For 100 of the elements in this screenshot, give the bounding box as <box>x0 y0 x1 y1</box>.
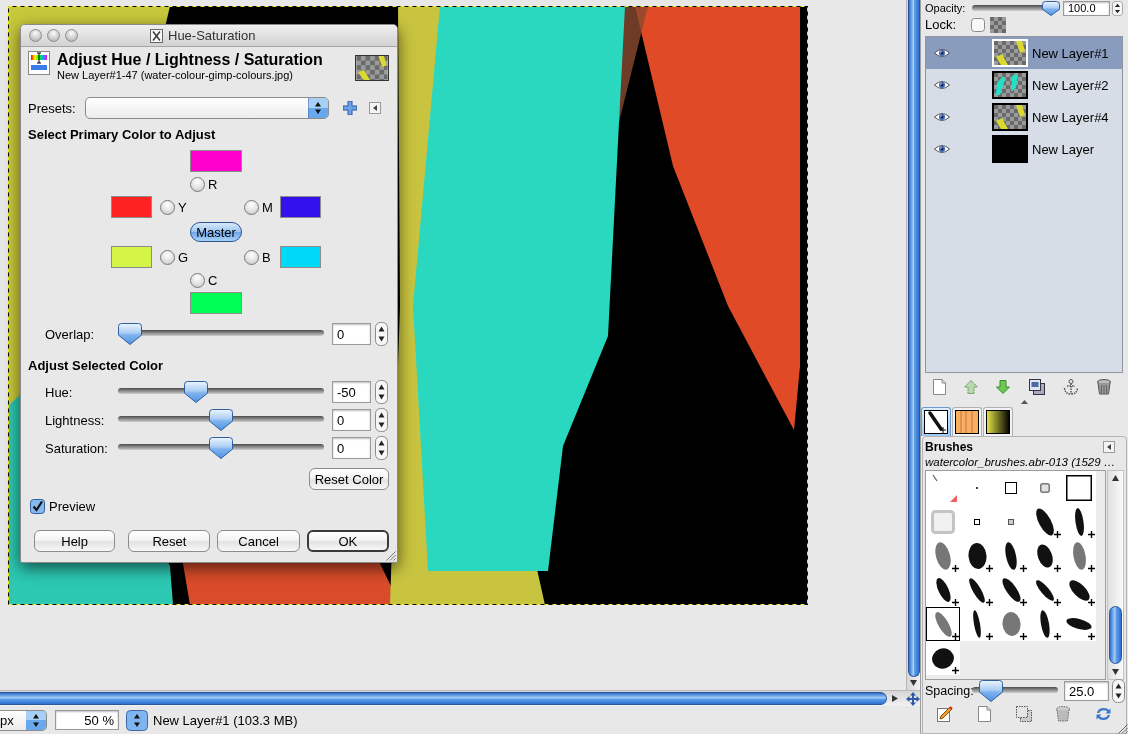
radio-button[interactable] <box>160 249 175 265</box>
trash-icon[interactable] <box>1096 379 1111 395</box>
cancel-button[interactable]: Cancel <box>217 530 300 552</box>
scroll-thumb[interactable] <box>1109 606 1123 664</box>
status-text: New Layer#1 (103.3 MB) <box>153 712 298 728</box>
layer-row[interactable]: New Layer#1 <box>926 37 1122 69</box>
brushes-tab[interactable] <box>921 407 951 436</box>
patterns-tab[interactable] <box>952 407 982 436</box>
slider-track[interactable] <box>118 409 324 431</box>
corner-triangle-icon <box>950 495 957 502</box>
window-title: Hue-Saturation <box>168 28 256 43</box>
radio-button[interactable] <box>190 272 205 288</box>
minimize-button[interactable] <box>47 29 60 42</box>
zoom-field[interactable]: 50 % <box>55 710 119 730</box>
number-field[interactable]: -50 <box>332 381 371 403</box>
zoom-button[interactable] <box>65 29 78 42</box>
layer-row[interactable]: New Layer#4 <box>926 101 1122 133</box>
slider-thumb[interactable] <box>183 381 208 403</box>
slider-label: Lightness: <box>45 412 106 428</box>
down-arrow-icon[interactable] <box>1112 669 1120 675</box>
slider-track[interactable] <box>118 437 324 459</box>
brush-stroke-icon <box>969 578 985 603</box>
resize-grip-icon[interactable] <box>1118 724 1128 734</box>
radio-label: B <box>262 249 271 265</box>
slider-thumb[interactable] <box>209 437 233 459</box>
brush-stroke-icon <box>1005 542 1017 570</box>
lock-checkbox[interactable] <box>971 17 985 32</box>
section-heading: Select Primary Color to Adjust <box>28 127 217 142</box>
brush-preview[interactable] <box>926 607 960 641</box>
layer-thumbnail <box>992 103 1028 131</box>
eye-icon[interactable] <box>934 112 950 122</box>
caret-icon[interactable] <box>1020 400 1028 404</box>
refresh-icon[interactable] <box>1095 706 1112 722</box>
duplicate-icon[interactable] <box>1015 706 1032 722</box>
spin-button[interactable] <box>375 436 388 460</box>
spin-button[interactable] <box>1112 0 1123 16</box>
plus-icon[interactable] <box>343 101 357 115</box>
pencil-icon[interactable] <box>937 706 953 722</box>
help-button[interactable]: Help <box>34 530 116 552</box>
slider-thumb[interactable] <box>209 409 233 431</box>
radio-button[interactable] <box>244 199 259 215</box>
slider-thumb[interactable] <box>118 323 142 345</box>
slider-track[interactable] <box>972 0 1060 16</box>
radio-button[interactable] <box>244 249 259 265</box>
slider-thumb[interactable] <box>979 680 1004 702</box>
brush-stroke-icon <box>936 578 951 602</box>
slider-track[interactable] <box>118 381 324 403</box>
trash-icon[interactable] <box>1056 706 1071 722</box>
resize-grip-icon[interactable] <box>385 550 396 561</box>
unit-dropdown[interactable]: px <box>0 709 47 731</box>
eye-icon[interactable] <box>934 144 950 154</box>
slider-track[interactable] <box>118 323 324 345</box>
menu-button[interactable] <box>1103 441 1115 453</box>
ok-button[interactable]: OK <box>306 530 389 552</box>
menu-button[interactable] <box>369 102 381 114</box>
reset-button[interactable]: Reset <box>128 530 211 552</box>
preview-checkbox[interactable] <box>30 498 45 514</box>
gradients-tab[interactable] <box>983 407 1013 436</box>
spin-button[interactable] <box>375 322 388 346</box>
layer-row[interactable]: New Layer#2 <box>926 69 1122 101</box>
scroll-thumb[interactable] <box>0 692 887 705</box>
number-field[interactable]: 0 <box>332 409 371 431</box>
number-field[interactable]: 0 <box>332 437 371 459</box>
triangle-icon <box>1107 444 1111 450</box>
spin-button[interactable] <box>375 380 388 404</box>
page-icon[interactable] <box>977 706 991 722</box>
square-icon <box>1066 475 1092 501</box>
eye-icon[interactable] <box>934 80 950 90</box>
reset-color-button[interactable]: Reset Color <box>309 468 389 490</box>
master-button[interactable]: Master <box>190 222 242 242</box>
layer-name: New Layer <box>1032 141 1095 157</box>
up-arrow-icon[interactable] <box>1112 475 1120 481</box>
duplicate-icon[interactable] <box>1028 379 1045 395</box>
page-icon[interactable] <box>933 379 946 395</box>
number-field[interactable]: 0 <box>332 323 371 345</box>
radio-label: G <box>178 249 189 265</box>
close-button[interactable] <box>29 29 42 42</box>
brush-stroke-icon <box>935 612 952 637</box>
anchor-icon[interactable] <box>1062 379 1079 395</box>
down-arrow-icon[interactable] <box>910 680 917 686</box>
brush-stroke-icon <box>932 648 954 669</box>
spin-button[interactable] <box>375 408 388 432</box>
radio-button[interactable] <box>160 199 175 215</box>
move-arrows-icon[interactable] <box>906 691 920 706</box>
dialog-heading: Adjust Hue / Lightness / Saturation <box>57 51 323 69</box>
dropdown-arrows-icon[interactable] <box>126 709 148 731</box>
brush-stroke-icon <box>1036 580 1054 601</box>
slider-track[interactable] <box>972 680 1058 702</box>
brush-stroke-icon <box>1066 618 1092 630</box>
number-field[interactable]: 100.0 <box>1063 0 1110 16</box>
right-arrow-icon[interactable] <box>892 695 898 702</box>
vertical-scrollbar[interactable] <box>1107 470 1124 680</box>
pattern-icon <box>955 410 979 434</box>
number-field[interactable]: 25.0 <box>1064 681 1109 701</box>
radio-button[interactable] <box>190 176 205 192</box>
slider-thumb[interactable] <box>1042 0 1060 16</box>
layer-row[interactable]: New Layer <box>926 133 1122 165</box>
spin-button[interactable] <box>1112 679 1125 703</box>
presets-dropdown[interactable] <box>85 97 329 119</box>
eye-icon[interactable] <box>934 48 950 58</box>
